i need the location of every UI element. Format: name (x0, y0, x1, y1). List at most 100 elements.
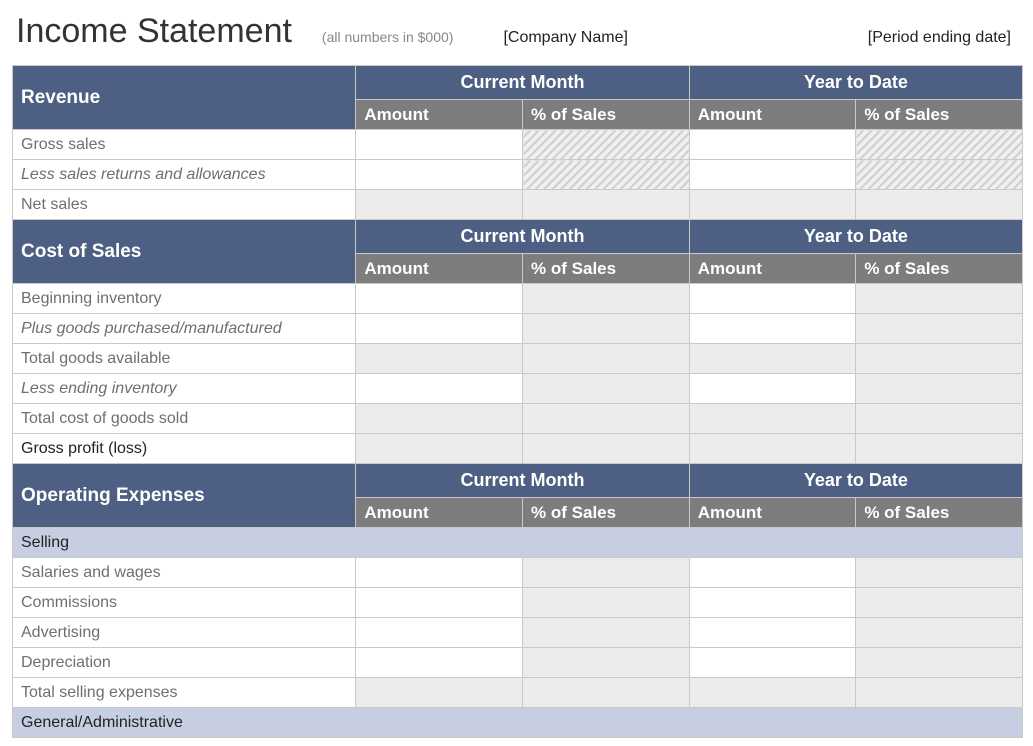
cell[interactable] (856, 648, 1023, 678)
cell[interactable] (523, 404, 690, 434)
cell-hatched (523, 130, 690, 160)
cell[interactable] (856, 314, 1023, 344)
cell[interactable] (523, 344, 690, 374)
label-beginning-inventory: Beginning inventory (13, 284, 356, 314)
cell[interactable] (856, 284, 1023, 314)
row-commissions: Commissions (13, 588, 1023, 618)
label-total-cogs: Total cost of goods sold (13, 404, 356, 434)
cell[interactable] (523, 618, 690, 648)
row-beginning-inventory: Beginning inventory (13, 284, 1023, 314)
row-less-returns: Less sales returns and allowances (13, 160, 1023, 190)
cell[interactable] (689, 404, 856, 434)
cell-hatched (856, 160, 1023, 190)
revenue-title: Revenue (13, 66, 356, 130)
subsection-general-admin: General/Administrative (13, 708, 1023, 738)
cell[interactable] (689, 648, 856, 678)
cell[interactable] (523, 588, 690, 618)
cell[interactable] (356, 558, 523, 588)
label-plus-goods: Plus goods purchased/manufactured (13, 314, 356, 344)
cell[interactable] (689, 190, 856, 220)
cell[interactable] (523, 678, 690, 708)
section-header-cost-of-sales: Cost of Sales Current Month Year to Date (13, 220, 1023, 254)
col-current-month: Current Month (356, 464, 689, 498)
cell[interactable] (356, 314, 523, 344)
label-less-returns: Less sales returns and allowances (13, 160, 356, 190)
col-year-to-date: Year to Date (689, 220, 1022, 254)
col-year-to-date: Year to Date (689, 66, 1022, 100)
row-salaries: Salaries and wages (13, 558, 1023, 588)
col-pct-cm: % of Sales (523, 100, 690, 130)
period-ending-placeholder[interactable]: [Period ending date] (868, 29, 1011, 47)
cell[interactable] (356, 648, 523, 678)
cell[interactable] (356, 160, 523, 190)
document-header: Income Statement (all numbers in $000) [… (12, 12, 1023, 51)
subsection-selling-label: Selling (13, 528, 356, 558)
cell[interactable] (523, 648, 690, 678)
cell[interactable] (523, 314, 690, 344)
row-depreciation: Depreciation (13, 648, 1023, 678)
col-pct-ytd: % of Sales (856, 498, 1023, 528)
cell[interactable] (356, 588, 523, 618)
cell[interactable] (356, 678, 523, 708)
cell[interactable] (856, 558, 1023, 588)
cell[interactable] (356, 284, 523, 314)
cell[interactable] (856, 434, 1023, 464)
label-gross-sales: Gross sales (13, 130, 356, 160)
cell[interactable] (689, 314, 856, 344)
label-depreciation: Depreciation (13, 648, 356, 678)
label-net-sales: Net sales (13, 190, 356, 220)
cell[interactable] (689, 558, 856, 588)
subsection-general-admin-label: General/Administrative (13, 708, 356, 738)
label-commissions: Commissions (13, 588, 356, 618)
cell-hatched (856, 130, 1023, 160)
cell[interactable] (356, 190, 523, 220)
label-salaries: Salaries and wages (13, 558, 356, 588)
cell[interactable] (356, 618, 523, 648)
cell[interactable] (856, 678, 1023, 708)
cell[interactable] (523, 190, 690, 220)
row-gross-sales: Gross sales (13, 130, 1023, 160)
cell[interactable] (523, 284, 690, 314)
cell[interactable] (689, 434, 856, 464)
col-current-month: Current Month (356, 220, 689, 254)
col-pct-cm: % of Sales (523, 498, 690, 528)
cell[interactable] (523, 558, 690, 588)
col-amount-cm: Amount (356, 498, 523, 528)
income-statement-table: Revenue Current Month Year to Date Amoun… (12, 65, 1023, 738)
row-gross-profit: Gross profit (loss) (13, 434, 1023, 464)
cell[interactable] (356, 434, 523, 464)
cell[interactable] (356, 344, 523, 374)
section-header-operating-expenses: Operating Expenses Current Month Year to… (13, 464, 1023, 498)
col-year-to-date: Year to Date (689, 464, 1022, 498)
row-total-cogs: Total cost of goods sold (13, 404, 1023, 434)
cell[interactable] (356, 130, 523, 160)
col-pct-ytd: % of Sales (856, 254, 1023, 284)
cell[interactable] (689, 588, 856, 618)
label-less-ending: Less ending inventory (13, 374, 356, 404)
units-note: (all numbers in $000) (322, 29, 454, 45)
cell[interactable] (356, 404, 523, 434)
cell[interactable] (689, 618, 856, 648)
cell[interactable] (689, 284, 856, 314)
cell[interactable] (523, 374, 690, 404)
cell[interactable] (356, 374, 523, 404)
cell[interactable] (856, 588, 1023, 618)
cell[interactable] (856, 344, 1023, 374)
cell[interactable] (689, 344, 856, 374)
cell[interactable] (856, 190, 1023, 220)
cell[interactable] (689, 678, 856, 708)
cost-of-sales-title: Cost of Sales (13, 220, 356, 284)
cell[interactable] (856, 618, 1023, 648)
col-amount-ytd: Amount (689, 100, 856, 130)
company-name-placeholder[interactable]: [Company Name] (503, 29, 628, 47)
row-net-sales: Net sales (13, 190, 1023, 220)
row-total-selling: Total selling expenses (13, 678, 1023, 708)
col-pct-cm: % of Sales (523, 254, 690, 284)
cell[interactable] (689, 160, 856, 190)
cell[interactable] (689, 374, 856, 404)
cell[interactable] (523, 434, 690, 464)
cell[interactable] (856, 404, 1023, 434)
cell[interactable] (689, 130, 856, 160)
cell[interactable] (856, 374, 1023, 404)
operating-expenses-title: Operating Expenses (13, 464, 356, 528)
